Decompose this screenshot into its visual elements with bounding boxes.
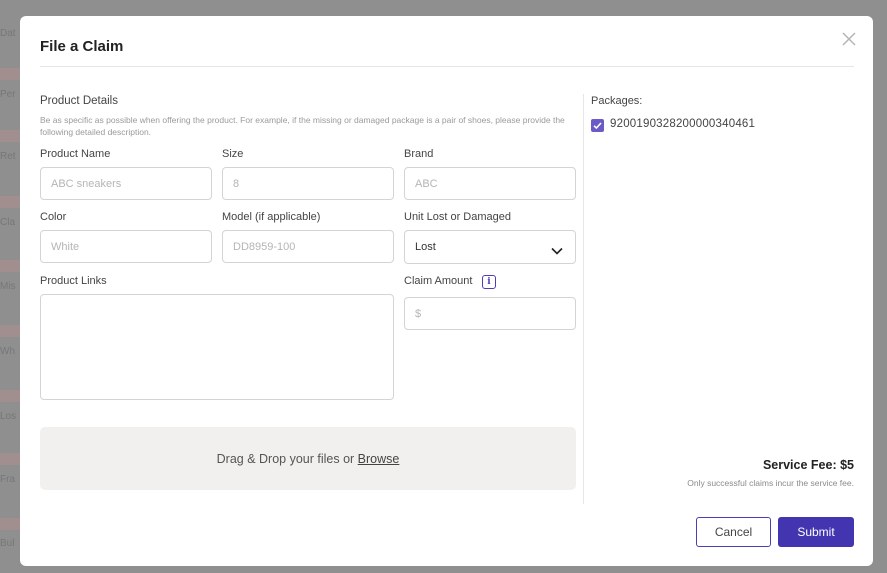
unit-lost-label: Unit Lost or Damaged — [404, 211, 511, 223]
color-input[interactable] — [40, 230, 212, 263]
background-text: Dat — [0, 28, 16, 39]
background-text: Per — [0, 89, 16, 100]
background-text: Fra — [0, 474, 15, 485]
service-fee: Service Fee: $5 — [762, 458, 854, 472]
package-tracking-number: 92001903282000003404​61 — [610, 118, 756, 130]
product-details-helper: Be as specific as possible when offering… — [40, 115, 565, 137]
background-strip — [0, 325, 20, 337]
unit-lost-select[interactable]: Lost — [404, 230, 576, 264]
background-strip — [0, 130, 20, 142]
background-text: Wh — [0, 346, 15, 357]
size-input[interactable] — [222, 167, 394, 200]
info-icon[interactable]: i — [482, 275, 496, 289]
package-checkbox[interactable] — [591, 119, 604, 132]
browse-link[interactable]: Browse — [358, 452, 400, 466]
column-divider — [583, 94, 584, 504]
claim-amount-label: Claim Amount — [404, 275, 473, 287]
background-strip — [0, 453, 20, 465]
dropzone-text: Drag & Drop your files or Browse — [40, 452, 576, 466]
background-strip — [0, 390, 20, 402]
model-input[interactable] — [222, 230, 394, 263]
background-strip — [0, 518, 20, 530]
background-text: Bul — [0, 538, 15, 549]
background-strip — [0, 196, 20, 208]
product-name-label: Product Name — [40, 148, 111, 160]
product-name-input[interactable] — [40, 167, 212, 200]
chevron-down-icon — [551, 242, 563, 260]
background-strip — [0, 68, 20, 80]
background-strip — [0, 260, 20, 272]
product-links-textarea[interactable] — [40, 294, 394, 400]
product-links-label: Product Links — [40, 275, 107, 287]
cancel-button[interactable]: Cancel — [696, 517, 771, 547]
modal-title: File a Claim — [40, 38, 124, 55]
brand-label: Brand — [404, 148, 434, 160]
product-details-heading: Product Details — [40, 95, 118, 107]
background-text: Cla — [0, 217, 16, 228]
check-icon — [593, 122, 602, 130]
model-label: Model (if applicable) — [222, 211, 321, 223]
service-fee-note: Only successful claims incur the service… — [687, 478, 854, 488]
claim-amount-input[interactable] — [404, 297, 576, 330]
size-label: Size — [222, 148, 244, 160]
close-icon[interactable] — [841, 31, 857, 47]
packages-label: Packages: — [591, 95, 643, 107]
dropzone-label: Drag & Drop your files or — [216, 452, 358, 466]
header-divider — [40, 66, 854, 67]
background-text: Mis — [0, 281, 16, 292]
submit-button[interactable]: Submit — [778, 517, 854, 547]
unit-lost-value: Lost — [415, 241, 436, 253]
file-claim-modal: File a Claim Product Details Be as speci… — [20, 16, 873, 566]
brand-input[interactable] — [404, 167, 576, 200]
background-text: Ret — [0, 151, 16, 162]
file-dropzone[interactable]: Drag & Drop your files or Browse — [40, 427, 576, 490]
color-label: Color — [40, 211, 67, 223]
background-text: Los — [0, 411, 17, 422]
